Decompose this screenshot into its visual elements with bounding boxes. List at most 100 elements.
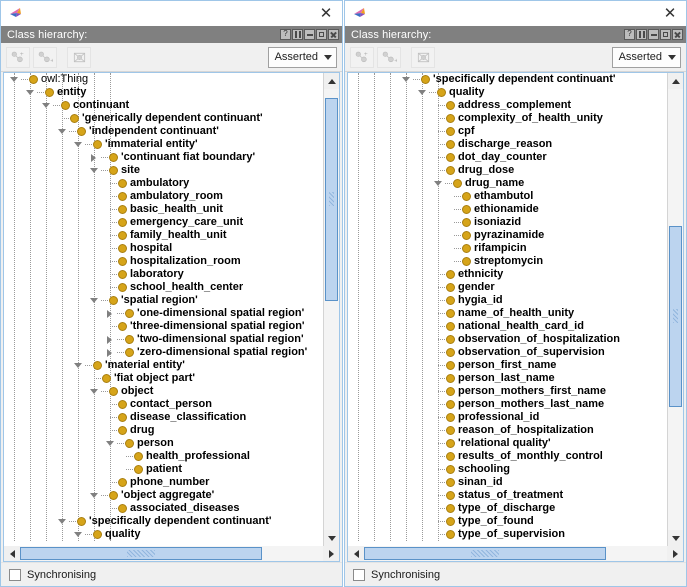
expand-arrow-down-icon[interactable] [8,73,21,86]
scroll-down-button[interactable] [324,530,339,546]
tree-row[interactable]: 'three-dimensional spatial region' [4,320,323,333]
expand-arrow-down-icon[interactable] [416,86,429,99]
vertical-scrollbar[interactable] [323,73,339,546]
add-subclass-button[interactable]: + [6,46,30,68]
horizontal-scrollbar[interactable] [3,546,340,562]
tree-row[interactable]: person_last_name [348,372,667,385]
reasoner-mode-dropdown[interactable]: Asserted [611,46,681,68]
tree-row[interactable]: school_health_center [4,281,323,294]
scroll-left-button[interactable] [4,546,20,561]
tree-row[interactable]: basic_health_unit [4,203,323,216]
expand-arrow-down-icon[interactable] [88,164,101,177]
tree-row[interactable]: rifampicin [348,242,667,255]
expand-arrow-right-icon[interactable] [104,346,117,359]
horizontal-scroll-thumb[interactable] [20,547,263,560]
expand-arrow-down-icon[interactable] [88,489,101,502]
synchronising-checkbox[interactable] [9,568,21,581]
tree-row[interactable]: type_of_supervision [348,528,667,541]
tree-row[interactable]: laboratory [4,268,323,281]
expand-arrow-down-icon[interactable] [400,73,413,86]
tree-row[interactable]: person_first_name [348,359,667,372]
scroll-right-button[interactable] [667,546,683,561]
split-pane-icon[interactable] [636,29,647,40]
add-sibling-class-button[interactable]: + [377,46,401,68]
add-sibling-class-button[interactable]: + [33,46,57,68]
tree-row[interactable]: name_of_health_unity [348,307,667,320]
expand-arrow-right-icon[interactable] [88,151,101,164]
tree-row[interactable]: dot_day_counter [348,151,667,164]
horizontal-scrollbar[interactable] [347,546,684,562]
tree-row[interactable]: 'one-dimensional spatial region' [4,307,323,320]
add-subclass-button[interactable]: + [350,46,374,68]
expand-arrow-down-icon[interactable] [88,294,101,307]
tree-row[interactable]: drug_dose [348,164,667,177]
tree-row[interactable]: isoniazid [348,216,667,229]
tree-row[interactable]: 'spatial region' [4,294,323,307]
tree-row[interactable]: pyrazinamide [348,229,667,242]
tree-row[interactable]: reason_of_hospitalization [348,424,667,437]
tree-row[interactable]: type_of_discharge [348,502,667,515]
tree-row[interactable]: person_mothers_first_name [348,385,667,398]
tree-row[interactable]: associated_diseases [4,502,323,515]
tree-row[interactable]: health_professional [4,450,323,463]
synchronising-checkbox[interactable] [353,568,365,581]
scroll-right-button[interactable] [323,546,339,561]
close-icon[interactable] [328,29,339,40]
tree-row[interactable]: 'material entity' [4,359,323,372]
tree-row[interactable]: gender [348,281,667,294]
tree-row[interactable]: hospitalization_room [4,255,323,268]
expand-arrow-down-icon[interactable] [72,138,85,151]
scroll-up-button[interactable] [324,73,339,89]
tree-row[interactable]: observation_of_hospitalization [348,333,667,346]
minimize-icon[interactable] [304,29,315,40]
tree-row[interactable]: 'generically dependent continuant' [4,112,323,125]
tree-row[interactable]: disease_classification [4,411,323,424]
vertical-scrollbar[interactable] [667,73,683,546]
question-mark-icon[interactable]: ? [624,29,635,40]
vertical-scroll-thumb[interactable] [325,97,338,301]
tree-row[interactable]: 'continuant fiat boundary' [4,151,323,164]
class-tree-viewport[interactable]: 'specifically dependent continuant' quali… [348,73,667,546]
tree-row[interactable]: phone_number [4,476,323,489]
tree-row[interactable]: quality [4,528,323,541]
tree-row[interactable]: drug_name [348,177,667,190]
tree-row[interactable]: object [4,385,323,398]
tree-row[interactable]: ethionamide [348,203,667,216]
tree-row[interactable]: entity [4,86,323,99]
reasoner-mode-dropdown[interactable]: Asserted [267,46,337,68]
tree-row[interactable]: national_health_card_id [348,320,667,333]
tree-row[interactable]: professional_id [348,411,667,424]
maximize-icon[interactable] [316,29,327,40]
tree-row[interactable]: patient [4,463,323,476]
expand-arrow-down-icon[interactable] [24,86,37,99]
tree-row[interactable]: emergency_care_unit [4,216,323,229]
tree-row[interactable]: contact_person [4,398,323,411]
expand-arrow-down-icon[interactable] [56,515,69,528]
tree-row[interactable]: family_health_unit [4,229,323,242]
expand-arrow-down-icon[interactable] [72,359,85,372]
tree-row[interactable]: hospital [4,242,323,255]
tree-row[interactable]: ethambutol [348,190,667,203]
tree-row[interactable]: drug [4,424,323,437]
tree-row[interactable]: sinan_id [348,476,667,489]
tree-row[interactable]: 'specifically dependent continuant' [4,515,323,528]
expand-arrow-down-icon[interactable] [88,385,101,398]
horizontal-scroll-thumb[interactable] [364,547,607,560]
tree-row[interactable]: type_of_found [348,515,667,528]
expand-arrow-down-icon[interactable] [432,177,445,190]
tree-row[interactable]: observation_of_supervision [348,346,667,359]
tree-row[interactable]: 'zero-dimensional spatial region' [4,346,323,359]
scroll-up-button[interactable] [668,73,683,89]
expand-arrow-down-icon[interactable] [72,528,85,541]
tree-row[interactable]: address_complement [348,99,667,112]
tree-row[interactable]: complexity_of_health_unity [348,112,667,125]
window-close-icon[interactable]: ✕ [662,5,678,21]
tree-row[interactable]: streptomycin [348,255,667,268]
tree-row[interactable]: continuant [4,99,323,112]
vertical-scroll-thumb[interactable] [669,225,682,407]
delete-class-button[interactable] [411,46,435,68]
expand-arrow-down-icon[interactable] [56,125,69,138]
tree-row[interactable]: ambulatory_room [4,190,323,203]
question-mark-icon[interactable]: ? [280,29,291,40]
tree-row[interactable]: results_of_monthly_control [348,450,667,463]
